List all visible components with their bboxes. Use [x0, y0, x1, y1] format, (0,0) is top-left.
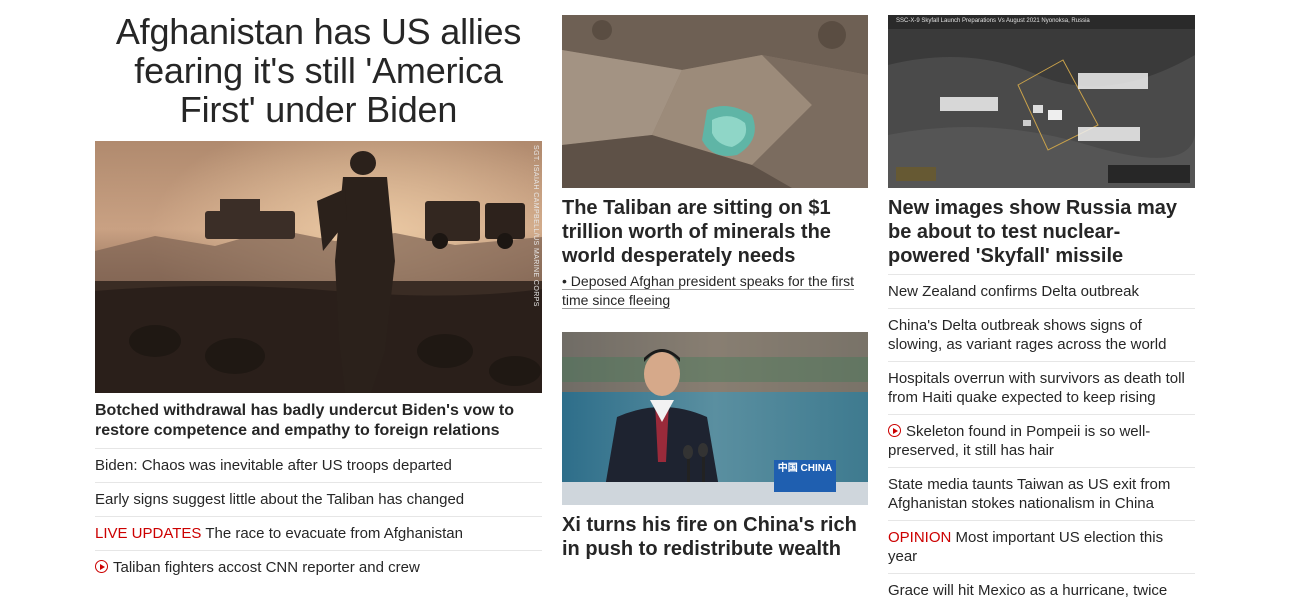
podium-sign: 中国 CHINA	[777, 463, 833, 474]
list-item[interactable]: Hospitals overrun with survivors as deat…	[888, 362, 1195, 415]
photo-credit: SGT. ISAIAH CAMPBELL/US MARINE CORPS	[532, 145, 539, 307]
minerals-photo[interactable]	[562, 15, 868, 188]
link-text: State media taunts Taiwan as US exit fro…	[888, 476, 1171, 512]
play-icon	[888, 424, 901, 437]
minerals-headline[interactable]: The Taliban are sitting on $1 trillion w…	[562, 196, 868, 268]
xi-jinping-photo[interactable]: 中国 CHINA	[562, 332, 868, 505]
link-text: Grace will hit Mexico as a hurricane, tw…	[888, 582, 1168, 599]
list-item[interactable]: Biden: Chaos was inevitable after US tro…	[95, 449, 542, 483]
middle-column: The Taliban are sitting on $1 trillion w…	[562, 0, 868, 561]
list-item[interactable]: Skeleton found in Pompeii is so well-pre…	[888, 415, 1195, 468]
live-updates-label: LIVE UPDATES	[95, 525, 202, 542]
link-text: Skeleton found in Pompeii is so well-pre…	[888, 423, 1151, 459]
link-text: Biden: Chaos was inevitable after US tro…	[95, 457, 452, 474]
lead-headline[interactable]: Afghanistan has US allies fearing it's s…	[95, 12, 542, 129]
cnn-homepage-section: Afghanistan has US allies fearing it's s…	[0, 0, 1290, 608]
opinion-label: OPINION	[888, 529, 952, 546]
list-item[interactable]: China's Delta outbreak shows signs of sl…	[888, 309, 1195, 362]
list-item[interactable]: State media taunts Taiwan as US exit fro…	[888, 468, 1195, 521]
right-related-links: New Zealand confirms Delta outbreak Chin…	[888, 275, 1195, 607]
link-text: New Zealand confirms Delta outbreak	[888, 283, 1139, 300]
list-item[interactable]: New Zealand confirms Delta outbreak	[888, 275, 1195, 309]
link-text: Early signs suggest little about the Tal…	[95, 491, 465, 508]
lead-photo-marines[interactable]: SGT. ISAIAH CAMPBELL/US MARINE CORPS	[95, 141, 542, 393]
link-text: Hospitals overrun with survivors as deat…	[888, 370, 1185, 406]
xi-headline[interactable]: Xi turns his fire on China's rich in pus…	[562, 513, 868, 561]
list-item[interactable]: Grace will hit Mexico as a hurricane, tw…	[888, 574, 1195, 607]
link-text: China's Delta outbreak shows signs of sl…	[888, 317, 1167, 353]
link-text: • Deposed Afghan president speaks for th…	[562, 273, 855, 309]
play-icon	[95, 560, 108, 573]
list-item[interactable]: OPINION Most important US election this …	[888, 521, 1195, 574]
skyfall-satellite-photo[interactable]: SSC-X-9 Skyfall Launch Preparations Vs A…	[888, 15, 1195, 188]
list-item[interactable]: Taliban fighters accost CNN reporter and…	[95, 551, 542, 584]
satellite-caption: SSC-X-9 Skyfall Launch Preparations Vs A…	[896, 18, 1090, 24]
list-item[interactable]: LIVE UPDATES The race to evacuate from A…	[95, 517, 542, 551]
link-text: Taliban fighters accost CNN reporter and…	[113, 559, 420, 576]
lead-related-links: Biden: Chaos was inevitable after US tro…	[95, 449, 542, 584]
list-item[interactable]: Early signs suggest little about the Tal…	[95, 483, 542, 517]
right-column: SSC-X-9 Skyfall Launch Preparations Vs A…	[888, 0, 1195, 607]
lead-story-column: Afghanistan has US allies fearing it's s…	[95, 0, 542, 584]
lead-sub-headline[interactable]: Botched withdrawal has badly undercut Bi…	[95, 401, 542, 449]
link-text: The race to evacuate from Afghanistan	[205, 525, 463, 542]
skyfall-headline[interactable]: New images show Russia may be about to t…	[888, 196, 1195, 275]
deposed-president-link[interactable]: • Deposed Afghan president speaks for th…	[562, 272, 868, 310]
